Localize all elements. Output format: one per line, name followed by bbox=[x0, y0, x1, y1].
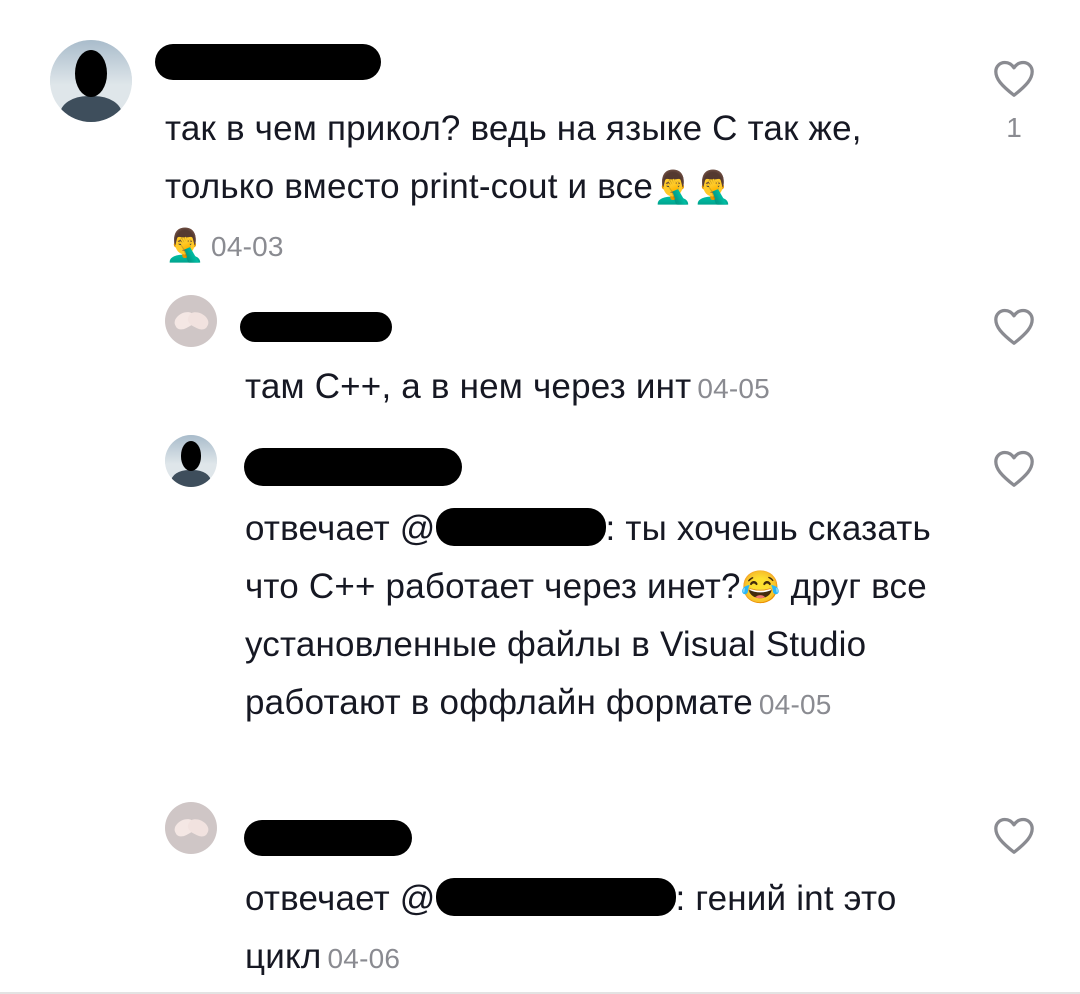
facepalm-emoji: 🤦‍♂️ bbox=[165, 227, 206, 263]
like-heart-icon[interactable] bbox=[992, 306, 1036, 346]
commenter-avatar[interactable] bbox=[50, 40, 132, 122]
mention-redacted[interactable] bbox=[435, 508, 606, 546]
username-redacted[interactable] bbox=[155, 44, 381, 80]
reply-text: отвечает @: гений int это цикл 04-06 bbox=[245, 878, 897, 976]
comment-body: так в чем прикол? ведь на языке С так же… bbox=[165, 109, 862, 206]
reply-avatar[interactable] bbox=[165, 295, 217, 347]
like-heart-icon[interactable] bbox=[992, 448, 1036, 488]
laughing-emoji: 😂 bbox=[740, 569, 781, 605]
reply-avatar[interactable] bbox=[165, 435, 217, 487]
comment-text: так в чем прикол? ведь на языке С так же… bbox=[165, 100, 935, 276]
reply-date: 04-05 bbox=[758, 689, 832, 720]
username-redacted[interactable] bbox=[244, 820, 412, 856]
like-heart-icon[interactable] bbox=[992, 815, 1036, 855]
mention-redacted[interactable] bbox=[435, 878, 676, 916]
username-redacted[interactable] bbox=[244, 448, 462, 486]
facepalm-emoji: 🤦‍♂️🤦‍♂️ bbox=[653, 169, 734, 205]
like-heart-icon[interactable] bbox=[992, 58, 1036, 98]
reply-text: отвечает @: ты хочешь сказать что С++ ра… bbox=[245, 508, 931, 722]
reply-avatar[interactable] bbox=[165, 802, 217, 854]
reply-date: 04-05 bbox=[697, 373, 770, 404]
username-redacted[interactable] bbox=[240, 312, 392, 342]
reply-date: 04-06 bbox=[327, 943, 401, 974]
reply-text: там С++, а в нем через инт 04-05 bbox=[245, 367, 770, 406]
comment-date: 04-03 bbox=[211, 231, 284, 262]
like-count: 1 bbox=[1006, 112, 1022, 143]
